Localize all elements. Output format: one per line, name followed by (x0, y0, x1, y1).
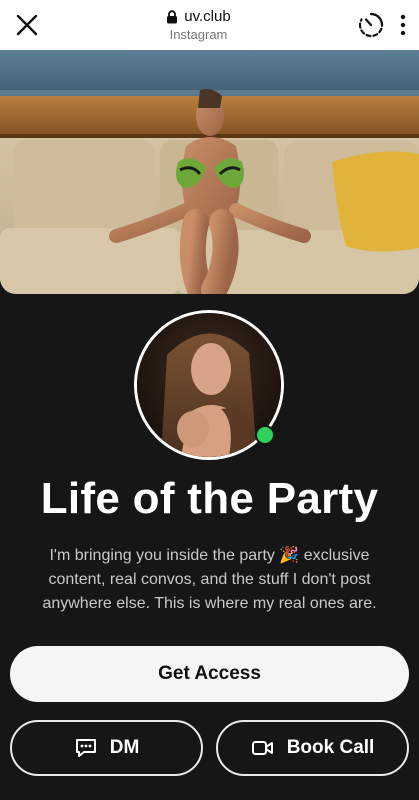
more-vertical-icon[interactable] (399, 14, 407, 36)
book-call-label: Book Call (286, 737, 375, 758)
video-camera-icon (251, 739, 275, 757)
dm-label: DM (109, 737, 140, 758)
get-access-button[interactable]: Get Access (10, 646, 409, 702)
chat-bubble-icon (74, 737, 98, 759)
book-call-button[interactable]: Book Call (216, 720, 409, 776)
timer-icon[interactable] (357, 11, 385, 39)
browser-bar-left (14, 12, 40, 38)
address-area[interactable]: uv.club Instagram (166, 8, 231, 42)
close-icon[interactable] (14, 12, 40, 38)
dm-button[interactable]: DM (10, 720, 203, 776)
browser-bar: uv.club Instagram (0, 0, 419, 50)
lock-icon (166, 9, 178, 24)
source-subtitle: Instagram (169, 27, 228, 42)
url-line: uv.club (166, 8, 231, 25)
page-title: Life of the Party (40, 474, 379, 523)
online-status-dot (255, 425, 275, 445)
cover-photo (0, 50, 419, 294)
profile-bio: I'm bringing you inside the party 🎉 excl… (42, 547, 377, 612)
domain-text: uv.club (184, 8, 231, 25)
browser-bar-right (357, 11, 407, 39)
